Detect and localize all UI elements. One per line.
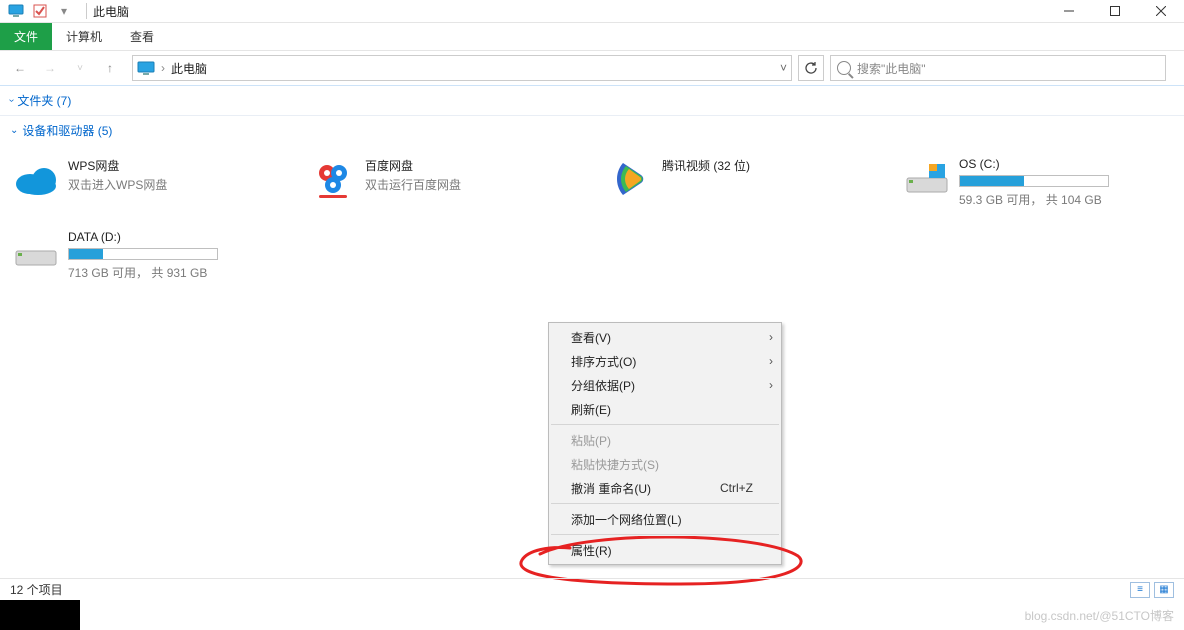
item-name: OS (C:)	[959, 157, 1109, 171]
window-controls	[1046, 0, 1184, 23]
item-name: 腾讯视频 (32 位)	[662, 157, 750, 174]
recent-locations-button[interactable]: ˅	[68, 56, 92, 80]
status-bar: 12 个项目 ≡ ▦	[0, 578, 1184, 600]
close-button[interactable]	[1138, 0, 1184, 23]
group-header-folders[interactable]: › 文件夹 (7)	[0, 85, 1184, 116]
drive-icon	[14, 230, 58, 274]
group-header-devices[interactable]: ⌄ 设备和驱动器 (5)	[0, 116, 1184, 145]
breadcrumb-sep: ›	[161, 61, 165, 75]
chevron-right-icon: ›	[769, 330, 773, 344]
items-grid: WPS网盘 双击进入WPS网盘 百度网盘 双击运行百度网盘 腾讯视频 (32 位…	[0, 145, 1184, 287]
up-button[interactable]: ↑	[98, 56, 122, 80]
ctx-view[interactable]: 查看(V)›	[549, 325, 781, 349]
separator	[551, 424, 779, 425]
address-bar[interactable]: › 此电脑 ˅	[132, 55, 792, 81]
group-devices-label: 设备和驱动器 (5)	[22, 122, 112, 139]
baidu-netdisk-icon	[311, 157, 355, 201]
ribbon-tabs: 文件 计算机 查看	[0, 23, 1184, 51]
ctx-sort[interactable]: 排序方式(O)›	[549, 349, 781, 373]
taskbar-block	[0, 600, 80, 630]
taskbar-strip: blog.csdn.net/@51CTO博客	[0, 600, 1184, 630]
title-bar: ▾ 此电脑	[0, 0, 1184, 23]
item-name: DATA (D:)	[68, 230, 218, 244]
item-sub: 双击进入WPS网盘	[68, 176, 167, 193]
watermark: blog.csdn.net/@51CTO博客	[1025, 607, 1174, 624]
ctx-properties[interactable]: 属性(R)	[549, 538, 781, 562]
chevron-down-icon: ⌄	[10, 125, 18, 136]
forward-button[interactable]: →	[38, 56, 62, 80]
ctx-add-network-location[interactable]: 添加一个网络位置(L)	[549, 507, 781, 531]
drive-icon	[905, 157, 949, 201]
separator	[551, 534, 779, 535]
tab-file[interactable]: 文件	[0, 23, 52, 50]
window-title: 此电脑	[93, 3, 129, 20]
dropdown-icon[interactable]: ▾	[56, 3, 72, 19]
tab-computer[interactable]: 计算机	[52, 23, 116, 50]
ctx-paste: 粘贴(P)	[549, 428, 781, 452]
item-wps[interactable]: WPS网盘 双击进入WPS网盘	[8, 151, 285, 207]
search-icon	[837, 61, 851, 75]
item-name: 百度网盘	[365, 157, 461, 174]
item-name: WPS网盘	[68, 157, 167, 174]
separator	[551, 503, 779, 504]
back-button[interactable]: ←	[8, 56, 32, 80]
this-pc-icon	[8, 3, 24, 19]
view-mode-buttons: ≡ ▦	[1130, 582, 1174, 598]
item-baidu[interactable]: 百度网盘 双击运行百度网盘	[305, 151, 582, 207]
drive-usage-bar	[68, 248, 218, 260]
wps-cloud-icon	[14, 157, 58, 201]
breadcrumb[interactable]: 此电脑	[171, 60, 207, 77]
refresh-button[interactable]	[798, 55, 824, 81]
checkbox-icon[interactable]	[32, 3, 48, 19]
ctx-refresh[interactable]: 刷新(E)	[549, 397, 781, 421]
details-view-button[interactable]: ≡	[1130, 582, 1150, 598]
status-item-count: 12 个项目	[10, 581, 63, 598]
context-menu: 查看(V)› 排序方式(O)› 分组依据(P)› 刷新(E) 粘贴(P) 粘贴快…	[548, 322, 782, 565]
chevron-down-icon[interactable]: ˅	[780, 61, 787, 75]
item-drive-os-c[interactable]: OS (C:) 59.3 GB 可用， 共 104 GB	[899, 151, 1176, 214]
ctx-undo-rename[interactable]: 撤消 重命名(U)Ctrl+Z	[549, 476, 781, 500]
group-folders-label: 文件夹 (7)	[17, 92, 71, 109]
item-drive-data-d[interactable]: DATA (D:) 713 GB 可用， 共 931 GB	[8, 224, 285, 287]
item-sub: 双击运行百度网盘	[365, 176, 461, 193]
ctx-group[interactable]: 分组依据(P)›	[549, 373, 781, 397]
maximize-button[interactable]	[1092, 0, 1138, 23]
this-pc-icon	[137, 61, 155, 75]
ctx-paste-shortcut: 粘贴快捷方式(S)	[549, 452, 781, 476]
chevron-right-icon: ›	[769, 378, 773, 392]
tencent-video-icon	[608, 157, 652, 201]
separator	[86, 3, 87, 19]
item-sub: 59.3 GB 可用， 共 104 GB	[959, 191, 1109, 208]
minimize-button[interactable]	[1046, 0, 1092, 23]
item-sub: 713 GB 可用， 共 931 GB	[68, 264, 218, 281]
chevron-right-icon: ›	[769, 354, 773, 368]
drive-usage-bar	[959, 175, 1109, 187]
navigation-bar: ← → ˅ ↑ › 此电脑 ˅ 搜索"此电脑"	[0, 51, 1184, 85]
tab-view[interactable]: 查看	[116, 23, 168, 50]
item-tencent-video[interactable]: 腾讯视频 (32 位)	[602, 151, 879, 207]
hotkey: Ctrl+Z	[720, 481, 753, 495]
chevron-right-icon: ›	[6, 99, 17, 102]
quick-access-toolbar: ▾	[0, 3, 87, 19]
search-placeholder: 搜索"此电脑"	[857, 60, 926, 77]
icons-view-button[interactable]: ▦	[1154, 582, 1174, 598]
search-input[interactable]: 搜索"此电脑"	[830, 55, 1166, 81]
